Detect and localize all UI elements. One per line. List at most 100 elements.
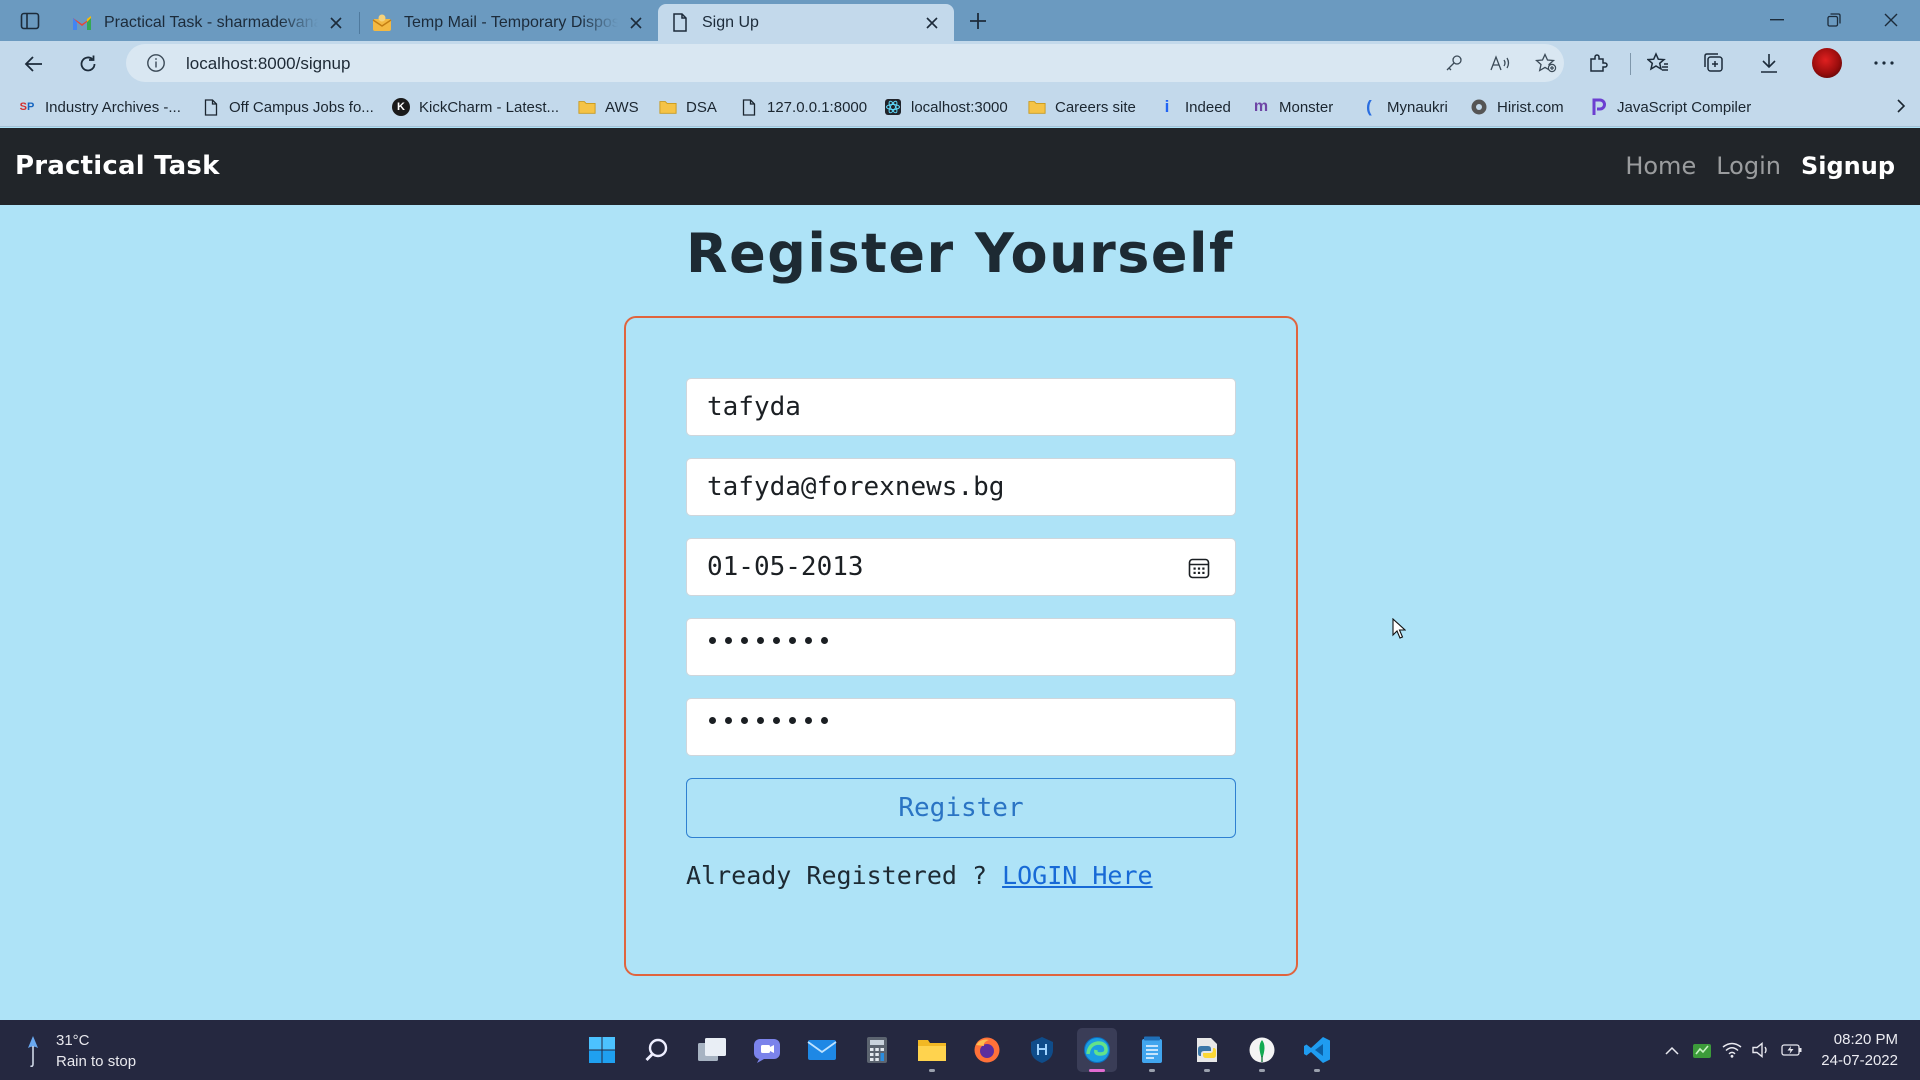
- temperature: 31°C: [56, 1032, 90, 1049]
- notepad-button[interactable]: [1132, 1028, 1172, 1072]
- mouse-cursor-icon: [1392, 618, 1406, 639]
- tab-temp-mail[interactable]: Temp Mail - Temporary Disposab: [360, 4, 658, 41]
- settings-menu-button[interactable]: [1866, 47, 1902, 79]
- taskbar-clock[interactable]: 08:20 PM 24-07-2022: [1821, 1029, 1898, 1071]
- password-dot: [773, 717, 780, 724]
- email-field[interactable]: [686, 458, 1236, 516]
- refresh-icon: [80, 55, 96, 72]
- bookmark-label: JavaScript Compiler: [1617, 98, 1752, 116]
- volume-icon[interactable]: [1748, 1036, 1776, 1064]
- close-tab-icon[interactable]: [922, 13, 942, 33]
- nav-login-link[interactable]: Login: [1716, 152, 1781, 180]
- restore-button[interactable]: [1805, 0, 1863, 40]
- register-button[interactable]: Register: [686, 778, 1236, 838]
- dob-input[interactable]: [687, 539, 1235, 595]
- back-button[interactable]: [16, 49, 52, 79]
- react-icon: [884, 98, 902, 116]
- password-dot: [805, 717, 812, 724]
- calendar-icon[interactable]: [1187, 556, 1211, 580]
- file-explorer-button[interactable]: [912, 1028, 952, 1072]
- tab-sign-up[interactable]: Sign Up: [658, 4, 954, 41]
- clock-date: 24-07-2022: [1821, 1052, 1898, 1069]
- collections-icon: [1704, 53, 1723, 72]
- bookmark-monster[interactable]: m Monster: [1252, 94, 1333, 120]
- close-window-button[interactable]: [1862, 0, 1920, 40]
- bookmark-folder-dsa[interactable]: DSA: [659, 94, 717, 120]
- read-aloud-icon[interactable]: [1488, 52, 1512, 74]
- toolbar-divider: [1630, 53, 1631, 75]
- email-input[interactable]: [687, 459, 1235, 515]
- sp-logo-icon: SP: [19, 101, 35, 113]
- profile-button[interactable]: [1809, 47, 1845, 79]
- bookmark-folder-careers[interactable]: Careers site: [1028, 94, 1136, 120]
- extensions-button[interactable]: [1580, 47, 1616, 79]
- naukri-icon: (: [1366, 97, 1372, 116]
- collections-button[interactable]: [1696, 47, 1732, 79]
- add-favorite-icon[interactable]: [1534, 52, 1558, 74]
- close-tab-icon[interactable]: [326, 13, 346, 33]
- site-info-icon[interactable]: [146, 53, 166, 73]
- bookmark-folder-aws[interactable]: AWS: [578, 94, 639, 120]
- name-field[interactable]: [686, 378, 1236, 436]
- mail-button[interactable]: [802, 1028, 842, 1072]
- bookmark-mynaukri[interactable]: ( Mynaukri: [1360, 94, 1448, 120]
- minimize-button[interactable]: [1748, 0, 1806, 40]
- login-here-link[interactable]: LOGIN Here: [1002, 861, 1153, 890]
- refresh-button[interactable]: [70, 49, 106, 79]
- tab-actions-button[interactable]: [14, 8, 46, 34]
- bookmark-hirist[interactable]: Hirist.com: [1470, 94, 1564, 120]
- bookmark-off-campus-jobs[interactable]: Off Campus Jobs fo...: [202, 94, 374, 120]
- page-icon: [202, 98, 220, 116]
- bookmark-javascript-compiler[interactable]: JavaScript Compiler: [1590, 94, 1751, 120]
- bookmark-indeed[interactable]: i Indeed: [1158, 94, 1231, 120]
- task-view-button[interactable]: [692, 1028, 732, 1072]
- browser-tab-strip: Practical Task - sharmadevanand Temp Mai…: [0, 0, 1920, 41]
- edge-button[interactable]: [1077, 1028, 1117, 1072]
- firefox-button[interactable]: [967, 1028, 1007, 1072]
- login-prompt-text: Already Registered ?: [686, 861, 1003, 890]
- site-brand[interactable]: Practical Task: [15, 151, 220, 181]
- password-field[interactable]: [686, 618, 1236, 676]
- login-prompt: Already Registered ? LOGIN Here: [686, 861, 1153, 890]
- mongodb-compass-button[interactable]: [1242, 1028, 1282, 1072]
- close-tab-icon[interactable]: [626, 13, 646, 33]
- tray-app-icon[interactable]: [1688, 1036, 1716, 1064]
- running-indicator: [1149, 1069, 1155, 1072]
- calculator-button[interactable]: [857, 1028, 897, 1072]
- running-indicator: [1204, 1069, 1210, 1072]
- show-hidden-icons-chevron-icon[interactable]: [1658, 1036, 1686, 1064]
- system-tray: 08:20 PM 24-07-2022: [1657, 1020, 1920, 1080]
- bookmark-label: DSA: [686, 98, 717, 116]
- address-bar[interactable]: localhost:8000/signup: [126, 44, 1564, 82]
- dob-field[interactable]: [686, 538, 1236, 596]
- password-key-icon[interactable]: [1442, 52, 1466, 74]
- wifi-icon[interactable]: [1718, 1036, 1746, 1064]
- bookmark-industry-archives[interactable]: SP Industry Archives -...: [18, 94, 181, 120]
- nav-home-link[interactable]: Home: [1625, 152, 1696, 180]
- bookmark-label: Hirist.com: [1497, 98, 1564, 116]
- vscode-button[interactable]: [1297, 1028, 1337, 1072]
- tab-practical-task[interactable]: Practical Task - sharmadevanand: [60, 4, 358, 41]
- confirm-password-field[interactable]: [686, 698, 1236, 756]
- weather-widget[interactable]: 31°C Rain to stop: [26, 1030, 136, 1072]
- bookmark-127-0-0-1[interactable]: 127.0.0.1:8000: [740, 94, 867, 120]
- start-button[interactable]: [582, 1028, 622, 1072]
- bookmark-kickcharm[interactable]: K KickCharm - Latest...: [392, 94, 559, 120]
- minimize-icon: [1770, 19, 1784, 21]
- more-bookmarks-chevron-icon[interactable]: [1896, 98, 1906, 114]
- python-idle-button[interactable]: [1187, 1028, 1227, 1072]
- name-input[interactable]: [687, 379, 1235, 435]
- bookmark-localhost-3000[interactable]: localhost:3000: [884, 94, 1008, 120]
- password-dot: [741, 637, 748, 644]
- taskbar-search-button[interactable]: [637, 1028, 677, 1072]
- battery-icon[interactable]: [1778, 1036, 1806, 1064]
- downloads-button[interactable]: [1751, 47, 1787, 79]
- teams-chat-button[interactable]: [747, 1028, 787, 1072]
- nav-signup-link[interactable]: Signup: [1801, 152, 1895, 180]
- bookmark-label: Monster: [1279, 98, 1334, 116]
- password-dot: [709, 637, 716, 644]
- password-dot: [757, 717, 764, 724]
- favorites-button[interactable]: [1640, 47, 1676, 79]
- new-tab-button[interactable]: [962, 7, 994, 35]
- blue-app-button[interactable]: [1022, 1028, 1062, 1072]
